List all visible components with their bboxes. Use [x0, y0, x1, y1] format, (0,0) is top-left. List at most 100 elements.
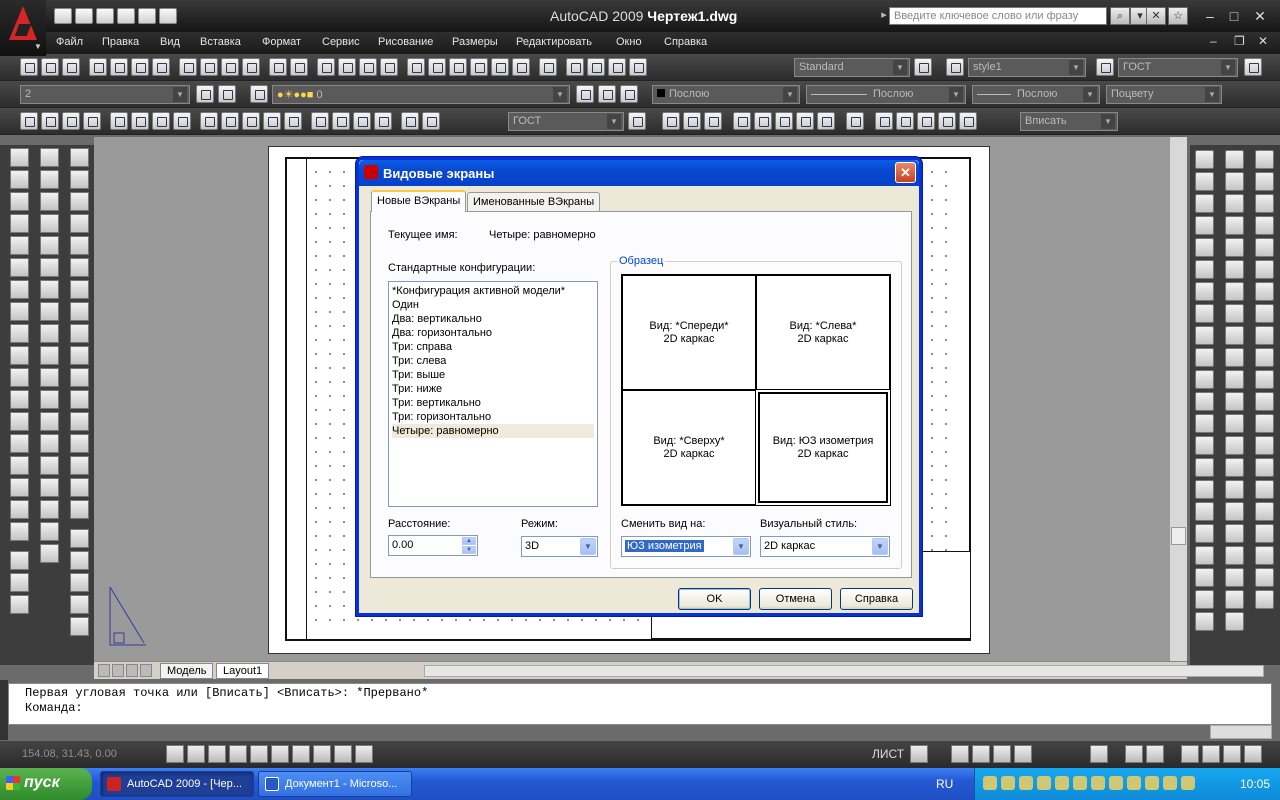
chamfer-icon[interactable] — [69, 456, 89, 475]
angular-dim-icon[interactable] — [173, 112, 191, 130]
minimize-window-button[interactable]: – — [1198, 6, 1222, 26]
visual-styles-manager-icon[interactable] — [846, 112, 864, 130]
point-icon[interactable] — [39, 434, 59, 453]
spacing-input[interactable]: 0.00 ▲ ▼ — [388, 535, 478, 556]
magnet-icon[interactable] — [9, 522, 29, 541]
array-icon[interactable] — [69, 236, 89, 255]
config-list-item[interactable]: Три: ниже — [392, 382, 594, 396]
3d-pan-icon[interactable] — [662, 112, 680, 130]
intersect-icon[interactable] — [1195, 524, 1214, 543]
check-icon[interactable] — [1225, 590, 1244, 609]
light-icon[interactable] — [1225, 238, 1244, 257]
plotstyle-combo[interactable]: Поцвету ▼ — [1106, 85, 1222, 104]
layer-combo[interactable]: ●☀●●■ 0 ▼ — [272, 85, 570, 104]
ucs-icon-17[interactable] — [1255, 502, 1274, 521]
ucs-icon-12[interactable] — [1255, 392, 1274, 411]
table-style-combo[interactable]: ГОСТ ▼ — [1118, 58, 1238, 77]
open-file-icon[interactable] — [41, 58, 59, 76]
find-text-icon[interactable] — [69, 595, 89, 614]
radius-icon[interactable] — [587, 58, 605, 76]
ucs-icon-21[interactable] — [1255, 590, 1274, 609]
convert-solid-icon[interactable] — [1225, 414, 1244, 433]
menu-view[interactable]: Вид — [160, 36, 180, 48]
render-icon[interactable] — [1225, 282, 1244, 301]
tab-named-viewports[interactable]: Именованные ВЭкраны — [467, 192, 601, 212]
loft-icon[interactable] — [1195, 458, 1214, 477]
table-icon[interactable] — [39, 522, 59, 541]
jogged-dim-icon[interactable] — [131, 112, 149, 130]
undo-icon[interactable] — [269, 58, 287, 76]
snap-center-icon[interactable] — [9, 302, 29, 321]
change-view-select[interactable]: ЮЗ изометрия ▼ — [621, 536, 751, 557]
center-mark-icon[interactable] — [332, 112, 350, 130]
ucs-icon-14[interactable] — [1255, 436, 1274, 455]
move-icon[interactable] — [69, 258, 89, 277]
menu-insert[interactable]: Вставка — [200, 36, 241, 48]
quick-dim-icon[interactable] — [200, 112, 218, 130]
edit-text-icon[interactable] — [69, 573, 89, 592]
snap-none-icon[interactable] — [9, 478, 29, 497]
table-style-manager-icon[interactable] — [1096, 58, 1114, 76]
trim-icon[interactable] — [69, 346, 89, 365]
spacing-spinner[interactable]: ▲ ▼ — [462, 537, 476, 554]
doc-restore-button[interactable]: ❐ — [1234, 34, 1245, 48]
snap-quadrant-icon[interactable] — [9, 324, 29, 343]
clean-icon[interactable] — [1225, 568, 1244, 587]
3d-move-icon[interactable] — [1195, 546, 1214, 565]
fillet-icon[interactable] — [69, 478, 89, 497]
markup-icon[interactable] — [491, 58, 509, 76]
walk-icon[interactable] — [1225, 172, 1244, 191]
search-icon[interactable]: ⌕ — [1110, 7, 1130, 25]
tray-icon-7[interactable] — [1091, 776, 1105, 790]
horizontal-scrollbar[interactable] — [424, 665, 1264, 677]
snap-mode-icon[interactable] — [166, 745, 184, 763]
radius-dim-icon[interactable] — [110, 112, 128, 130]
print-icon[interactable] — [117, 8, 135, 24]
plot-icon[interactable] — [89, 58, 107, 76]
qnew-icon[interactable] — [20, 58, 38, 76]
menu-edit[interactable]: Правка — [102, 36, 139, 48]
aligned-dim-icon[interactable] — [41, 112, 59, 130]
layer-properties-icon[interactable] — [250, 85, 268, 103]
extrude-icon[interactable] — [1195, 370, 1214, 389]
dim-edit-icon[interactable] — [401, 112, 419, 130]
ucs-icon-11[interactable] — [1255, 370, 1274, 389]
stretch-icon[interactable] — [69, 324, 89, 343]
single-line-text-icon[interactable] — [69, 551, 89, 570]
clip-viewport-icon[interactable] — [959, 112, 977, 130]
open-icon[interactable] — [75, 8, 93, 24]
config-list-item[interactable]: Три: выше — [392, 368, 594, 382]
grid-mode-icon[interactable] — [187, 745, 205, 763]
mirror-icon[interactable] — [69, 192, 89, 211]
start-button[interactable]: пуск — [0, 768, 92, 800]
revision-cloud-icon[interactable] — [39, 302, 59, 321]
ucs-icon-18[interactable] — [1255, 524, 1274, 543]
ucs-icon-7[interactable] — [1255, 282, 1274, 301]
convert-surface-icon[interactable] — [1225, 436, 1244, 455]
dynamic-ucs-icon[interactable] — [292, 745, 310, 763]
status-menu-icon[interactable] — [1223, 745, 1241, 763]
dim-break-icon[interactable] — [284, 112, 302, 130]
command-window-handle[interactable] — [0, 680, 8, 740]
diameter-dim-icon[interactable] — [152, 112, 170, 130]
3d-align-icon[interactable] — [1195, 590, 1214, 609]
continue-dim-icon[interactable] — [242, 112, 260, 130]
polygonal-viewport-icon[interactable] — [917, 112, 935, 130]
fly-icon[interactable] — [1225, 194, 1244, 213]
last-layout-icon[interactable] — [140, 664, 152, 677]
config-list-item[interactable]: Три: слева — [392, 354, 594, 368]
new-icon[interactable] — [54, 8, 72, 24]
task-word[interactable]: Документ1 - Microso... — [258, 771, 412, 797]
config-list-item[interactable]: Три: горизонтально — [392, 410, 594, 424]
layer-isolate-icon[interactable] — [620, 85, 638, 103]
ucs-icon-16[interactable] — [1255, 480, 1274, 499]
snap-extension-icon[interactable] — [9, 280, 29, 299]
planar-surface-icon[interactable] — [1195, 348, 1214, 367]
extend-icon[interactable] — [69, 368, 89, 387]
layer-state-combo[interactable]: 2 ▼ — [20, 85, 190, 104]
close-window-button[interactable]: ✕ — [1248, 6, 1272, 26]
tray-icon-12[interactable] — [1181, 776, 1195, 790]
cone-icon[interactable] — [1195, 216, 1214, 235]
tray-icon-9[interactable] — [1127, 776, 1141, 790]
snap-midpoint-icon[interactable] — [9, 214, 29, 233]
